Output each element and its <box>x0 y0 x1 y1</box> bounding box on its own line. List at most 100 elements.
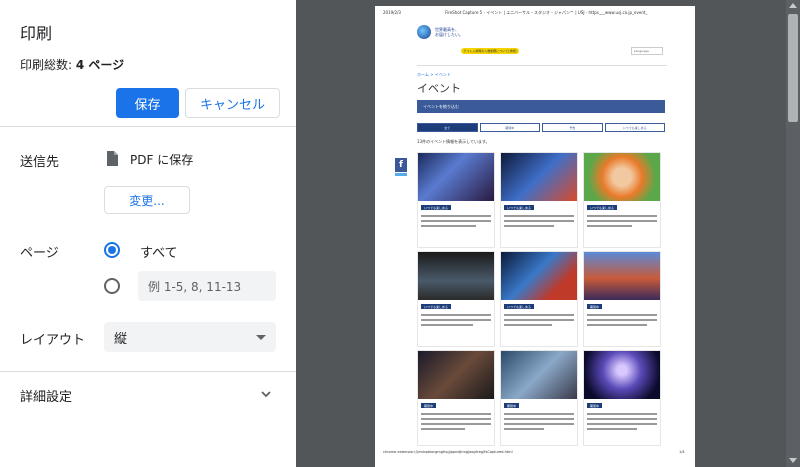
advanced-settings-toggle[interactable]: 詳細設定 <box>20 386 72 405</box>
document-icon <box>107 151 118 166</box>
text-line <box>587 423 657 425</box>
event-thumbnail <box>501 351 577 399</box>
divider <box>0 126 296 127</box>
event-tag: 期間中 <box>504 403 520 408</box>
text-line <box>421 423 491 425</box>
total-pages-label: 印刷総数: <box>20 58 76 72</box>
event-card: いつでも楽しめる <box>583 152 661 248</box>
text-line <box>421 428 465 430</box>
text-line <box>421 225 476 227</box>
text-line <box>587 314 657 316</box>
page-header-title: FireShot Capture 5 - イベント | ユニバーサル・スタジオ・… <box>445 10 648 15</box>
page-range-input[interactable]: 例 1-5, 8, 11-13 <box>138 271 276 301</box>
filter-tabs: 全て 期間中 予告 いつでも楽しめる <box>417 123 665 132</box>
event-count: 13件のイベント情報を表示しています。 <box>417 139 490 144</box>
text-line <box>587 319 657 321</box>
breadcrumb: ホーム > イベント <box>417 72 451 77</box>
text-line <box>421 314 491 316</box>
layout-selected-value: 縦 <box>114 331 128 347</box>
chevron-down-icon[interactable] <box>260 388 272 400</box>
print-settings-panel: 印刷 印刷総数: 4 ページ 保存 キャンセル 送信先 PDF に保存 変更..… <box>0 0 296 467</box>
text-line <box>587 413 657 415</box>
text-line <box>504 423 574 425</box>
pages-all-radio[interactable] <box>104 242 120 258</box>
text-line <box>504 319 574 321</box>
text-line <box>587 428 637 430</box>
preview-page: 2019/2/3 FireShot Capture 5 - イベント | ユニバ… <box>375 6 695 467</box>
event-thumbnail <box>418 252 494 300</box>
text-line <box>587 418 657 420</box>
filter-tab: 期間中 <box>479 123 540 132</box>
dialog-title: 印刷 <box>20 24 53 43</box>
page-header-date: 2019/2/3 <box>383 10 401 15</box>
text-line <box>421 220 491 222</box>
change-destination-button[interactable]: 変更... <box>104 186 190 214</box>
destination-label: 送信先 <box>20 155 60 170</box>
text-line <box>504 413 574 415</box>
language-select: Language <box>631 47 663 55</box>
event-thumbnail <box>418 351 494 399</box>
event-card: いつでも楽しめる <box>500 251 578 347</box>
event-tag: いつでも楽しめる <box>421 205 452 210</box>
event-card: いつでも楽しめる <box>500 152 578 248</box>
total-pages: 印刷総数: 4 ページ <box>20 56 124 73</box>
pages-custom-radio[interactable] <box>104 278 120 294</box>
event-card: 期間中 <box>583 350 661 446</box>
event-tag: 期間中 <box>587 403 603 408</box>
text-line <box>587 324 647 326</box>
cancel-button[interactable]: キャンセル <box>185 88 280 118</box>
filter-tab: いつでも楽しめる <box>604 123 665 132</box>
filter-tab: 全て <box>417 123 478 132</box>
twitter-share-bar <box>395 173 407 176</box>
divider <box>0 371 296 372</box>
text-line <box>504 225 554 227</box>
text-line <box>421 418 491 420</box>
filter-banner: イベントを絞り込む <box>417 100 665 113</box>
text-line <box>421 319 491 321</box>
text-line <box>504 314 574 316</box>
filter-tab: 予告 <box>542 123 603 132</box>
event-thumbnail <box>584 351 660 399</box>
event-tag: 期間中 <box>587 304 603 309</box>
event-tag: いつでも楽しめる <box>587 205 618 210</box>
notice-pill: ゲスト入場時の人数制限について(詳細) <box>461 48 519 54</box>
event-thumbnail <box>501 153 577 201</box>
total-pages-value: 4 ページ <box>75 58 125 72</box>
scroll-down-arrow-icon[interactable] <box>789 458 797 463</box>
text-line <box>504 215 574 217</box>
text-line <box>587 220 657 222</box>
scroll-up-arrow-icon[interactable] <box>789 3 797 8</box>
layout-label: レイアウト <box>20 333 86 348</box>
text-line <box>421 413 491 415</box>
text-line <box>587 225 632 227</box>
event-tag: いつでも楽しめる <box>421 304 452 309</box>
page-footer-url: chrome-extension://mcbpblocgmgfnpjjppndj… <box>383 450 513 454</box>
event-tag: いつでも楽しめる <box>504 304 535 309</box>
text-line <box>421 215 491 217</box>
text-line <box>504 324 552 326</box>
event-card: いつでも楽しめる <box>417 152 495 248</box>
event-thumbnail <box>501 252 577 300</box>
event-card: 期間中 <box>417 350 495 446</box>
destination-value: PDF に保存 <box>130 153 194 167</box>
event-thumbnail <box>584 252 660 300</box>
save-button[interactable]: 保存 <box>116 88 179 118</box>
site-nav-bar <box>417 59 667 66</box>
event-card: 期間中 <box>583 251 661 347</box>
text-line <box>504 418 574 420</box>
layout-select[interactable]: 縦 <box>104 322 276 352</box>
logo-text: 世界最高を、 お届けしたい。 <box>435 27 463 37</box>
event-card: 期間中 <box>500 350 578 446</box>
preview-scrollbar[interactable] <box>786 0 800 467</box>
pages-label: ページ <box>20 246 59 261</box>
text-line <box>504 428 544 430</box>
page-heading: イベント <box>417 82 461 95</box>
event-tag: いつでも楽しめる <box>504 205 535 210</box>
event-card: いつでも楽しめる <box>417 251 495 347</box>
text-line <box>421 324 473 326</box>
event-thumbnail <box>584 153 660 201</box>
scrollbar-thumb[interactable] <box>788 14 798 122</box>
facebook-icon: f <box>395 158 407 172</box>
event-tag: 期間中 <box>421 403 437 408</box>
usj-logo-icon <box>417 25 431 39</box>
